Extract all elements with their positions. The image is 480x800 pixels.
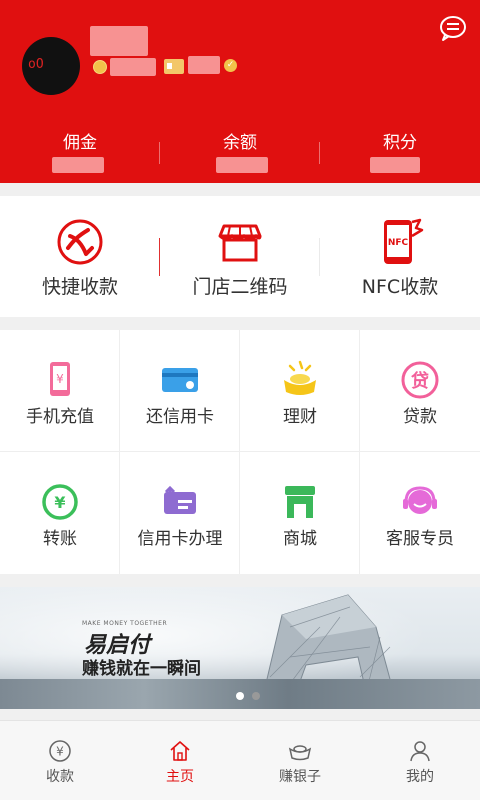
quick-pay-button[interactable]: 快捷收款 — [0, 196, 160, 317]
service-label: 还信用卡 — [146, 407, 214, 427]
grid-divider — [239, 330, 240, 574]
loan-icon: 贷 — [401, 361, 439, 399]
gold-ingot-icon — [284, 360, 316, 395]
tab-label: 收款 — [46, 769, 74, 785]
commission-value-redacted — [52, 157, 104, 173]
profile-header: oO ✓ 佣金 余额 积分 — [0, 0, 480, 183]
divider — [319, 142, 320, 164]
svg-text:贷: 贷 — [411, 370, 429, 392]
nfc-pay-button[interactable]: NFC NFC收款 — [320, 196, 480, 317]
service-label: 信用卡办理 — [137, 529, 223, 549]
service-label: 商城 — [283, 529, 317, 549]
tab-home[interactable]: 主页 — [120, 721, 240, 800]
shop-icon — [285, 486, 315, 518]
svg-text:¥: ¥ — [56, 372, 64, 386]
username-redacted — [90, 26, 148, 56]
service-shop[interactable]: 商城 — [240, 452, 360, 574]
quick-actions-panel: 快捷收款 门店二维码 NFC NFC收款 — [0, 196, 480, 317]
service-label: 转账 — [43, 529, 77, 549]
service-apply-card[interactable]: 信用卡办理 — [120, 452, 240, 574]
tab-earn-silver[interactable]: 赚银子 — [240, 721, 360, 800]
divider — [159, 238, 160, 276]
transfer-icon: ¥ — [42, 484, 78, 520]
credit-card-icon — [162, 368, 198, 392]
banner-tagline: MAKE MONEY TOGETHER — [82, 620, 168, 627]
stat-label: 余额 — [223, 133, 257, 153]
coin-badge-icon — [93, 60, 107, 74]
svg-text:¥: ¥ — [54, 493, 65, 512]
service-transfer[interactable]: ¥ 转账 — [0, 452, 120, 574]
storefront-icon — [218, 224, 262, 262]
avatar-mark: oO — [28, 57, 44, 72]
points-value-redacted — [370, 157, 420, 173]
carousel-dot[interactable] — [252, 692, 260, 700]
chat-bubble-icon[interactable] — [438, 14, 468, 42]
grid-divider — [0, 451, 480, 452]
grid-divider — [359, 330, 360, 574]
yen-circle-icon: ¥ — [49, 740, 71, 762]
customer-service-icon — [403, 486, 437, 514]
apply-card-icon — [164, 485, 196, 514]
nfc-phone-icon: NFC — [384, 218, 424, 264]
svg-text:¥: ¥ — [56, 745, 64, 759]
nfc-pay-label: NFC收款 — [361, 276, 439, 298]
service-customer-support[interactable]: 客服专员 — [360, 452, 480, 574]
stat-balance[interactable]: 余额 — [160, 128, 320, 153]
carousel-dot-active[interactable] — [236, 692, 244, 700]
tab-label: 主页 — [166, 769, 194, 785]
service-loan[interactable]: 贷 贷款 — [360, 330, 480, 452]
service-label: 手机充值 — [26, 407, 94, 427]
id-card-badge-icon — [164, 59, 184, 74]
stat-commission[interactable]: 佣金 — [0, 128, 160, 153]
divider — [319, 238, 320, 276]
stat-points[interactable]: 积分 — [320, 128, 480, 153]
level-redacted — [110, 58, 156, 76]
bottom-tab-bar: ¥ 收款 主页 赚银子 我的 — [0, 720, 480, 800]
tab-label: 我的 — [406, 769, 434, 785]
service-grid: ¥ 手机充值 还信用卡 理财 贷 贷款 ¥ 转账 信用卡办理 商城 客服专员 — [0, 330, 480, 574]
divider — [159, 142, 160, 164]
service-phone-recharge[interactable]: ¥ 手机充值 — [0, 330, 120, 452]
tab-collect[interactable]: ¥ 收款 — [0, 721, 120, 800]
banner-slogan: 赚钱就在一瞬间 — [82, 659, 201, 679]
service-finance[interactable]: 理财 — [240, 330, 360, 452]
service-repay-card[interactable]: 还信用卡 — [120, 330, 240, 452]
balance-value-redacted — [216, 157, 268, 173]
verify-redacted — [188, 56, 220, 74]
avatar[interactable]: oO — [22, 37, 80, 95]
tab-mine[interactable]: 我的 — [360, 721, 480, 800]
service-label: 理财 — [283, 407, 317, 427]
grid-divider — [119, 330, 120, 574]
store-qrcode-button[interactable]: 门店二维码 — [160, 196, 320, 317]
swallow-logo-icon — [57, 219, 103, 265]
tab-label: 赚银子 — [279, 769, 321, 785]
stat-label: 积分 — [383, 133, 417, 153]
svg-text:NFC: NFC — [388, 238, 409, 248]
service-label: 客服专员 — [386, 529, 454, 549]
store-qrcode-label: 门店二维码 — [192, 276, 288, 298]
home-icon — [170, 741, 190, 761]
quick-pay-label: 快捷收款 — [41, 276, 118, 298]
user-icon — [410, 741, 430, 762]
phone-recharge-icon: ¥ — [50, 362, 70, 396]
promo-banner[interactable]: MAKE MONEY TOGETHER 易启付 赚钱就在一瞬间 — [0, 587, 480, 709]
service-label: 贷款 — [403, 407, 437, 427]
verified-check-icon: ✓ — [224, 59, 237, 72]
stat-label: 佣金 — [63, 133, 97, 153]
silver-ingot-icon — [288, 745, 312, 761]
